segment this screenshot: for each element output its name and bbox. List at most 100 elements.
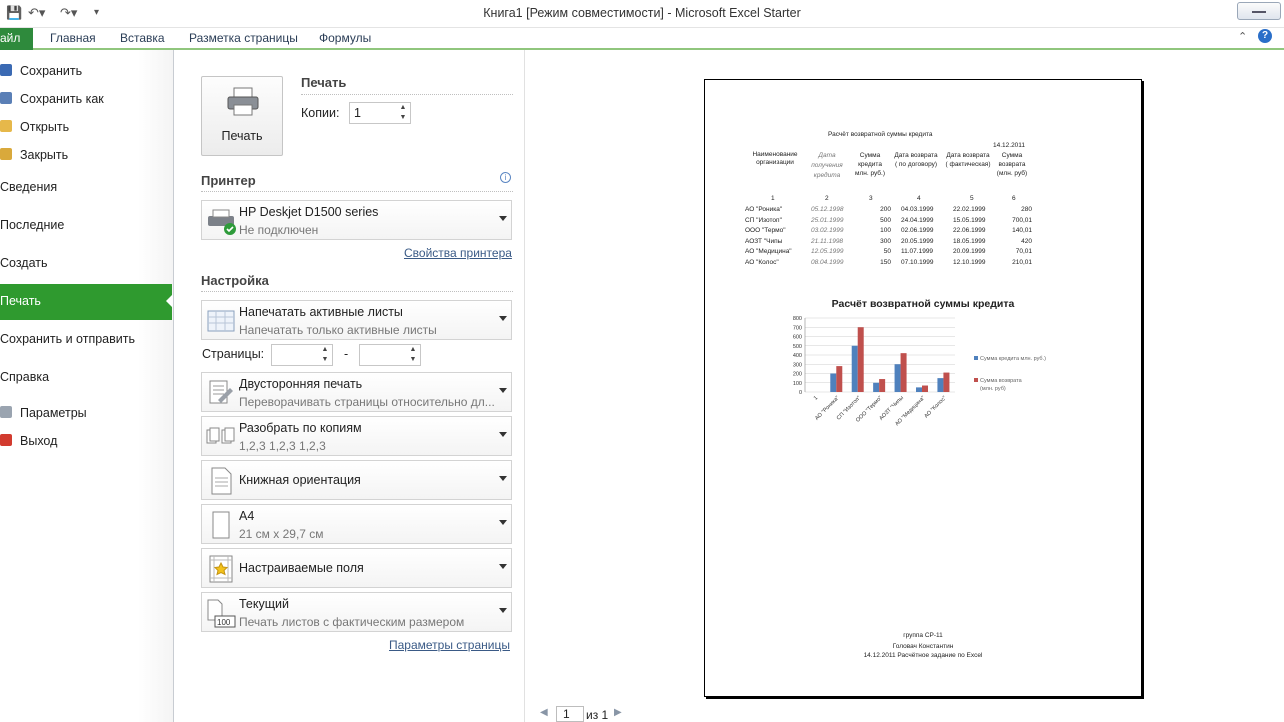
tab-formulas[interactable]: Формулы	[319, 31, 371, 45]
duplex-select[interactable]: Двусторонняя печать Переворачивать стран…	[201, 372, 512, 412]
printer-properties-link[interactable]: Свойства принтера	[404, 246, 512, 260]
nav-close[interactable]: Закрыть	[0, 142, 172, 168]
table-cell: 140,01	[1012, 227, 1032, 234]
footer-task: 14.12.2011 Расчётное задание по Excel	[863, 652, 983, 659]
spin-up-icon[interactable]: ▲	[396, 103, 410, 113]
printer-select[interactable]: HP Deskjet D1500 series Не подключен	[201, 200, 512, 240]
pages-to-input[interactable]: ▲ ▼	[359, 344, 421, 366]
nav-exit-label: Выход	[20, 434, 58, 448]
next-page-icon[interactable]: ▶	[614, 707, 622, 718]
table-cell: 22.06.1999	[953, 227, 986, 234]
table-cell: 12.05.1999	[811, 248, 844, 255]
tab-home[interactable]: Главная	[50, 31, 96, 45]
tab-file[interactable]: айл	[0, 28, 33, 50]
scaling-icon: 100	[207, 599, 236, 628]
print-what-select[interactable]: Напечатать активные листы Напечатать тол…	[201, 300, 512, 340]
spin-up-icon[interactable]: ▲	[406, 345, 420, 355]
svg-text:100: 100	[217, 618, 231, 627]
page-setup-link[interactable]: Параметры страницы	[389, 638, 510, 652]
nav-info[interactable]: Сведения	[0, 170, 172, 204]
pages-label: Страницы:	[202, 347, 265, 361]
print-section-title: Печать	[301, 75, 347, 90]
margins-label: Настраиваемые поля	[239, 561, 364, 575]
table-cell: 21.11.1998	[811, 237, 844, 245]
nav-save[interactable]: Сохранить	[0, 58, 172, 84]
legend-swatch	[974, 378, 978, 382]
collate-select[interactable]: Разобрать по копиям 1,2,3 1,2,3 1,2,3	[201, 416, 512, 456]
title-bar: 💾 ↶▾ ↷▾ ▾ Книга1 [Режим совместимости] -…	[0, 0, 1284, 28]
nav-exit[interactable]: Выход	[0, 428, 172, 454]
ribbon-tabs: айл Главная Вставка Разметка страницы Фо…	[0, 28, 1284, 50]
nav-save-send[interactable]: Сохранить и отправить	[0, 322, 172, 356]
y-tick-label: 200	[793, 372, 802, 378]
tab-page-layout[interactable]: Разметка страницы	[189, 31, 298, 45]
x-tick-label: АО "Колос"	[923, 395, 947, 419]
pages-from-input[interactable]: ▲ ▼	[271, 344, 333, 366]
chevron-down-icon	[499, 608, 507, 613]
help-icon[interactable]: ?	[1258, 29, 1272, 43]
table-cell: 15.05.1999	[953, 216, 986, 224]
nav-recent[interactable]: Последние	[0, 208, 172, 242]
nav-print[interactable]: Печать	[0, 284, 173, 320]
spin-down-icon[interactable]: ▼	[396, 113, 410, 123]
paper-size-select[interactable]: А4 21 см x 29,7 см	[201, 504, 512, 544]
chevron-down-icon	[499, 388, 507, 393]
orientation-select[interactable]: Книжная ориентация	[201, 460, 512, 500]
collate-sub: 1,2,3 1,2,3 1,2,3	[239, 439, 326, 453]
y-tick-label: 500	[793, 344, 802, 350]
nav-new[interactable]: Создать	[0, 246, 172, 280]
folder-close-icon	[0, 148, 12, 160]
tab-insert[interactable]: Вставка	[120, 31, 165, 45]
table-cell: 300	[880, 237, 891, 245]
table-cell: 12.10.1999	[953, 258, 986, 266]
print-what-label: Напечатать активные листы	[239, 305, 403, 319]
pages-dash: -	[344, 347, 349, 361]
header-actual-date: Дата возврата ( фактическая)	[945, 152, 991, 168]
sheet-date: 14.12.2011	[993, 142, 1026, 149]
bar	[830, 373, 837, 392]
bar-chart: 01002003004005006007008001АО "Роника"СП …	[793, 316, 1046, 427]
duplex-sub: Переворачивать страницы относительно дл.…	[239, 395, 495, 409]
backstage-nav: Сохранить Сохранить как Открыть Закрыть …	[0, 50, 174, 722]
nav-options[interactable]: Параметры	[0, 400, 172, 426]
chart-title: Расчёт возвратной суммы кредита	[831, 298, 1015, 310]
table-cell: АОЗТ "Чипы	[745, 237, 783, 245]
print-button[interactable]: Печать	[201, 76, 283, 156]
bar	[857, 327, 864, 392]
nav-close-label: Закрыть	[20, 148, 69, 162]
table-cell: 05.12.1998	[811, 206, 844, 213]
minimize-ribbon-icon[interactable]: ⌃	[1238, 30, 1247, 43]
page-number-input[interactable]: 1	[556, 706, 584, 722]
copies-stepper[interactable]: 1 ▲ ▼	[349, 102, 411, 124]
info-icon[interactable]: i	[500, 172, 511, 183]
spin-down-icon[interactable]: ▼	[318, 355, 332, 365]
printer-status: Не подключен	[239, 223, 319, 237]
prev-page-icon[interactable]: ◀	[540, 707, 548, 718]
nav-save-as[interactable]: Сохранить как	[0, 86, 172, 112]
nav-open[interactable]: Открыть	[0, 114, 172, 140]
exit-icon	[0, 434, 12, 446]
y-tick-label: 300	[793, 362, 802, 368]
portrait-icon	[211, 467, 232, 495]
nav-options-label: Параметры	[20, 406, 87, 420]
table-cell: 150	[880, 258, 891, 266]
printer-title: Принтер	[201, 173, 256, 188]
sheet-title: Расчёт возвратной суммы кредита	[828, 131, 933, 138]
duplex-label: Двусторонняя печать	[239, 377, 363, 391]
settings-title: Настройка	[201, 273, 269, 288]
scaling-select[interactable]: 100 Текущий Печать листов с фактическим …	[201, 592, 512, 632]
chevron-down-icon	[499, 476, 507, 481]
margins-select[interactable]: Настраиваемые поля	[201, 548, 512, 588]
spin-down-icon[interactable]: ▼	[406, 355, 420, 365]
chevron-down-icon	[499, 564, 507, 569]
table-cell: 11.07.1999	[901, 248, 934, 255]
column-number: 3	[869, 195, 873, 202]
nav-help[interactable]: Справка	[0, 360, 172, 394]
table-cell: 280	[1021, 206, 1032, 213]
y-tick-label: 100	[793, 381, 802, 387]
minimize-button[interactable]	[1237, 2, 1281, 20]
y-tick-label: 600	[793, 335, 802, 341]
divider	[201, 191, 513, 192]
nav-open-label: Открыть	[20, 120, 70, 134]
spin-up-icon[interactable]: ▲	[318, 345, 332, 355]
